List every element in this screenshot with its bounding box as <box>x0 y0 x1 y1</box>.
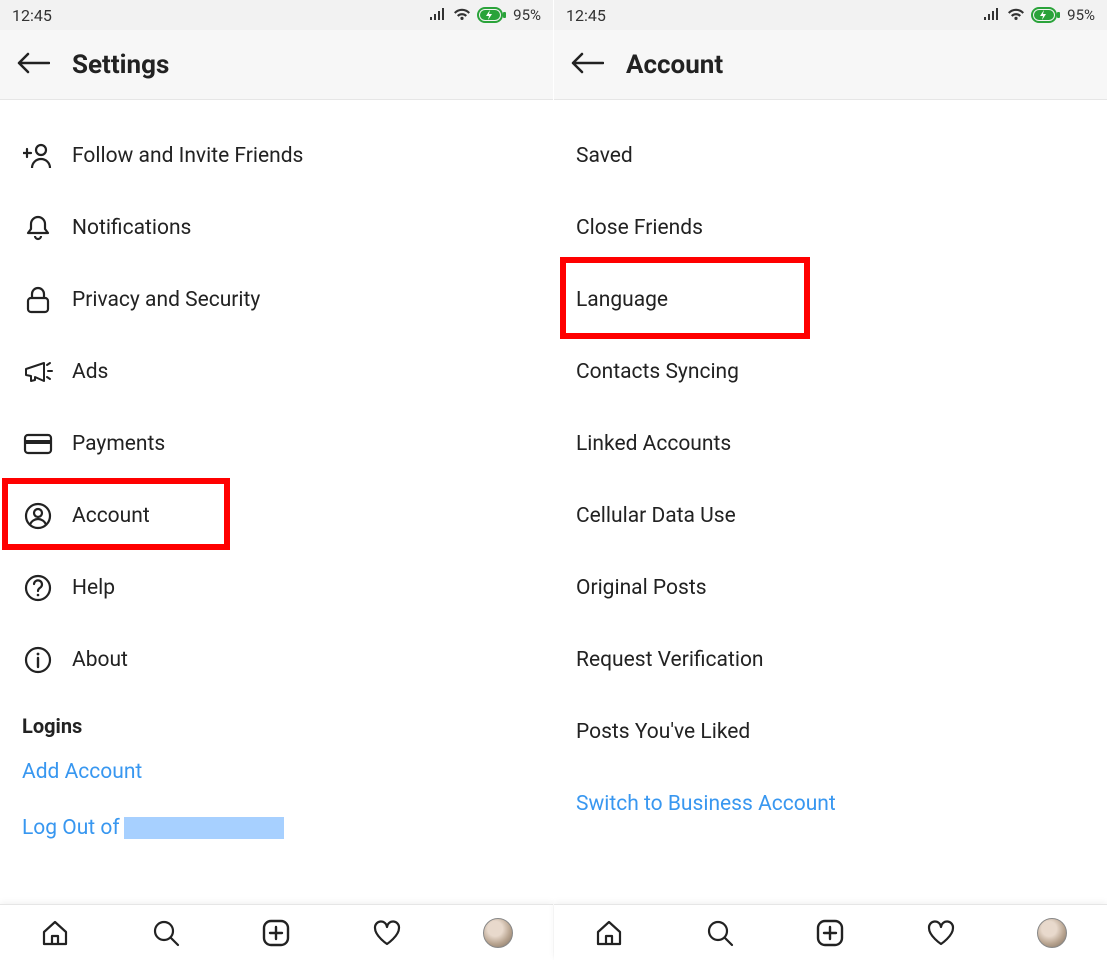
page-title: Settings <box>72 50 169 80</box>
lock-icon <box>25 286 51 314</box>
logout-text: Log Out of <box>22 816 120 840</box>
home-icon <box>594 918 624 948</box>
phone-settings: 12:45 95% Settings Follow and Invite Fri… <box>0 0 553 960</box>
battery-percent: 95% <box>513 6 541 24</box>
settings-item-account[interactable]: Account <box>0 480 553 552</box>
nav-activity[interactable] <box>369 915 405 951</box>
signal-icon <box>983 8 1001 22</box>
plus-square-icon <box>815 918 845 948</box>
battery-icon <box>477 7 507 23</box>
section-logins: Logins <box>0 696 553 746</box>
settings-item-privacy[interactable]: Privacy and Security <box>0 264 553 336</box>
account-item-label: Request Verification <box>576 648 764 672</box>
account-item-cellular-data[interactable]: Cellular Data Use <box>554 480 1107 552</box>
settings-item-payments[interactable]: Payments <box>0 408 553 480</box>
account-item-label: Saved <box>576 144 633 168</box>
arrow-left-icon <box>570 51 604 75</box>
nav-add[interactable] <box>258 915 294 951</box>
add-account-link[interactable]: Add Account <box>0 746 553 798</box>
account-item-original-posts[interactable]: Original Posts <box>554 552 1107 624</box>
battery-icon <box>1031 7 1061 23</box>
back-button[interactable] <box>16 51 50 79</box>
status-right: 95% <box>983 6 1095 24</box>
settings-item-follow-invite[interactable]: Follow and Invite Friends <box>0 120 553 192</box>
megaphone-icon <box>23 359 53 385</box>
status-bar: 12:45 95% <box>0 0 553 30</box>
bottom-nav <box>0 904 553 960</box>
account-item-label: Close Friends <box>576 216 703 240</box>
account-item-request-verification[interactable]: Request Verification <box>554 624 1107 696</box>
status-bar: 12:45 95% <box>554 0 1107 30</box>
avatar-icon <box>1037 918 1067 948</box>
signal-icon <box>429 8 447 22</box>
back-button[interactable] <box>570 51 604 79</box>
switch-business-link[interactable]: Switch to Business Account <box>554 768 1107 840</box>
settings-item-label: Notifications <box>72 216 191 240</box>
heart-icon <box>926 919 956 947</box>
redacted-username <box>124 817 284 839</box>
status-time: 12:45 <box>12 6 52 25</box>
settings-item-label: About <box>72 648 128 672</box>
nav-add[interactable] <box>812 915 848 951</box>
settings-item-label: Follow and Invite Friends <box>72 144 303 168</box>
avatar-icon <box>483 918 513 948</box>
account-item-close-friends[interactable]: Close Friends <box>554 192 1107 264</box>
wifi-icon <box>453 8 471 22</box>
plus-square-icon <box>261 918 291 948</box>
bell-icon <box>24 214 52 242</box>
header: Account <box>554 30 1107 100</box>
logout-link[interactable]: Log Out of <box>0 798 553 854</box>
card-icon <box>23 433 53 455</box>
user-circle-icon <box>24 502 52 530</box>
nav-activity[interactable] <box>923 915 959 951</box>
account-item-label: Cellular Data Use <box>576 504 736 528</box>
nav-search[interactable] <box>702 915 738 951</box>
heart-icon <box>372 919 402 947</box>
phone-account: 12:45 95% Account Saved Close Friends La… <box>554 0 1107 960</box>
account-list: Saved Close Friends Language Contacts Sy… <box>554 100 1107 904</box>
info-icon <box>24 646 52 674</box>
header: Settings <box>0 30 553 100</box>
account-item-label: Language <box>576 288 668 312</box>
help-icon <box>24 574 52 602</box>
search-icon <box>705 918 735 948</box>
status-time: 12:45 <box>566 6 606 25</box>
page-title: Account <box>626 50 723 80</box>
status-right: 95% <box>429 6 541 24</box>
add-user-icon <box>23 143 53 169</box>
account-item-posts-liked[interactable]: Posts You've Liked <box>554 696 1107 768</box>
settings-item-label: Help <box>72 576 115 600</box>
settings-item-label: Ads <box>72 360 108 384</box>
arrow-left-icon <box>16 51 50 75</box>
settings-item-label: Account <box>72 504 150 528</box>
wifi-icon <box>1007 8 1025 22</box>
account-item-linked-accounts[interactable]: Linked Accounts <box>554 408 1107 480</box>
settings-list: Follow and Invite Friends Notifications … <box>0 100 553 904</box>
search-icon <box>151 918 181 948</box>
settings-item-label: Privacy and Security <box>72 288 260 312</box>
account-item-label: Contacts Syncing <box>576 360 739 384</box>
nav-home[interactable] <box>37 915 73 951</box>
account-item-saved[interactable]: Saved <box>554 120 1107 192</box>
settings-item-ads[interactable]: Ads <box>0 336 553 408</box>
settings-item-help[interactable]: Help <box>0 552 553 624</box>
nav-profile[interactable] <box>480 915 516 951</box>
nav-home[interactable] <box>591 915 627 951</box>
account-item-contacts-syncing[interactable]: Contacts Syncing <box>554 336 1107 408</box>
home-icon <box>40 918 70 948</box>
settings-item-about[interactable]: About <box>0 624 553 696</box>
nav-search[interactable] <box>148 915 184 951</box>
battery-percent: 95% <box>1067 6 1095 24</box>
account-item-label: Posts You've Liked <box>576 720 750 744</box>
settings-item-label: Payments <box>72 432 165 456</box>
settings-item-notifications[interactable]: Notifications <box>0 192 553 264</box>
account-item-label: Linked Accounts <box>576 432 731 456</box>
bottom-nav <box>554 904 1107 960</box>
account-item-language[interactable]: Language <box>554 264 1107 336</box>
switch-business-label: Switch to Business Account <box>576 792 836 816</box>
nav-profile[interactable] <box>1034 915 1070 951</box>
account-item-label: Original Posts <box>576 576 707 600</box>
